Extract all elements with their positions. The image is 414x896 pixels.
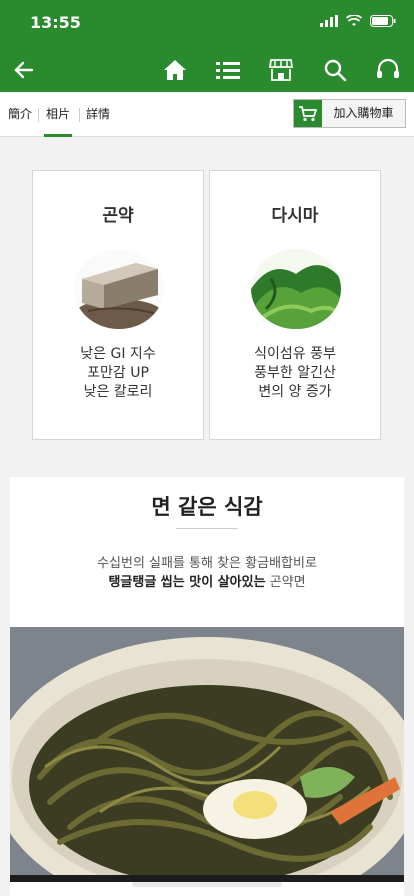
- ingredient-cards: 곤약 낮은 GI 지수 포만감 UP 낮은 칼로리 다시마 식이섬유 풍부 풍부…: [10, 137, 404, 477]
- tab-divider: [38, 108, 39, 122]
- section-line-2-rest: 곤약면: [265, 575, 306, 590]
- section-line-2: 탱글탱글 씹는 맛이 살아있는 곤약면: [10, 571, 404, 590]
- card-title: 다시마: [271, 206, 319, 226]
- cart-icon: [294, 100, 322, 127]
- section-title: 면 같은 식감: [151, 495, 263, 519]
- desc-line: 낮은 칼로리: [83, 384, 153, 400]
- ingredient-card-konjac: 곤약 낮은 GI 지수 포만감 UP 낮은 칼로리: [32, 170, 204, 440]
- arrow-left-icon[interactable]: [10, 56, 38, 84]
- add-to-cart-label: 加入購物車: [333, 106, 394, 120]
- kelp-photo: [251, 249, 341, 329]
- section-line-2-bold: 탱글탱글 씹는 맛이 살아있는: [108, 575, 266, 590]
- nav-bar: [0, 48, 414, 92]
- tab-photos[interactable]: 相片: [44, 92, 73, 137]
- add-to-cart-button[interactable]: 加入購物車: [293, 99, 406, 128]
- search-icon[interactable]: [321, 56, 349, 84]
- desc-line: 식이섬유 풍부: [254, 346, 336, 362]
- card-title: 곤약: [102, 206, 134, 226]
- desc-line: 풍부한 알긴산: [254, 365, 336, 381]
- app-header: 13:55: [0, 0, 414, 92]
- desc-line: 변의 양 증가: [258, 384, 332, 400]
- wifi-icon: [346, 15, 362, 26]
- section-line-1: 수십번의 실패를 통해 찾은 황금배합비로: [97, 556, 317, 571]
- desc-line: 포만감 UP: [87, 365, 149, 381]
- konjac-photo: [74, 249, 164, 329]
- home-icon[interactable]: [161, 56, 189, 84]
- tab-details[interactable]: 詳情: [84, 92, 112, 137]
- tab-divider: [79, 108, 80, 122]
- texture-section: 면 같은 식감 수십번의 실패를 통해 찾은 황금배합비로 탱글탱글 씹는 맛이…: [10, 477, 404, 627]
- home-indicator: [132, 882, 282, 887]
- noodle-bowl-photo: [10, 627, 404, 882]
- section-divider: [176, 528, 238, 529]
- list-icon[interactable]: [214, 56, 242, 84]
- status-bar: 13:55: [0, 0, 414, 48]
- status-time: 13:55: [30, 13, 81, 32]
- card-description: 식이섬유 풍부 풍부한 알긴산 변의 양 증가: [210, 345, 380, 402]
- desc-line: 낮은 GI 지수: [80, 346, 156, 362]
- ingredient-card-kelp: 다시마 식이섬유 풍부 풍부한 알긴산 변의 양 증가: [209, 170, 381, 440]
- product-detail-content: 곤약 낮은 GI 지수 포만감 UP 낮은 칼로리 다시마 식이섬유 풍부 풍부…: [10, 137, 404, 896]
- store-icon[interactable]: [267, 56, 295, 84]
- card-description: 낮은 GI 지수 포만감 UP 낮은 칼로리: [33, 345, 203, 402]
- signal-icon: [320, 15, 338, 27]
- tab-intro[interactable]: 簡介: [6, 92, 34, 137]
- battery-icon: [370, 15, 396, 27]
- headset-icon[interactable]: [374, 56, 402, 84]
- tab-bar: 簡介 相片 詳情 加入購物車: [0, 92, 414, 137]
